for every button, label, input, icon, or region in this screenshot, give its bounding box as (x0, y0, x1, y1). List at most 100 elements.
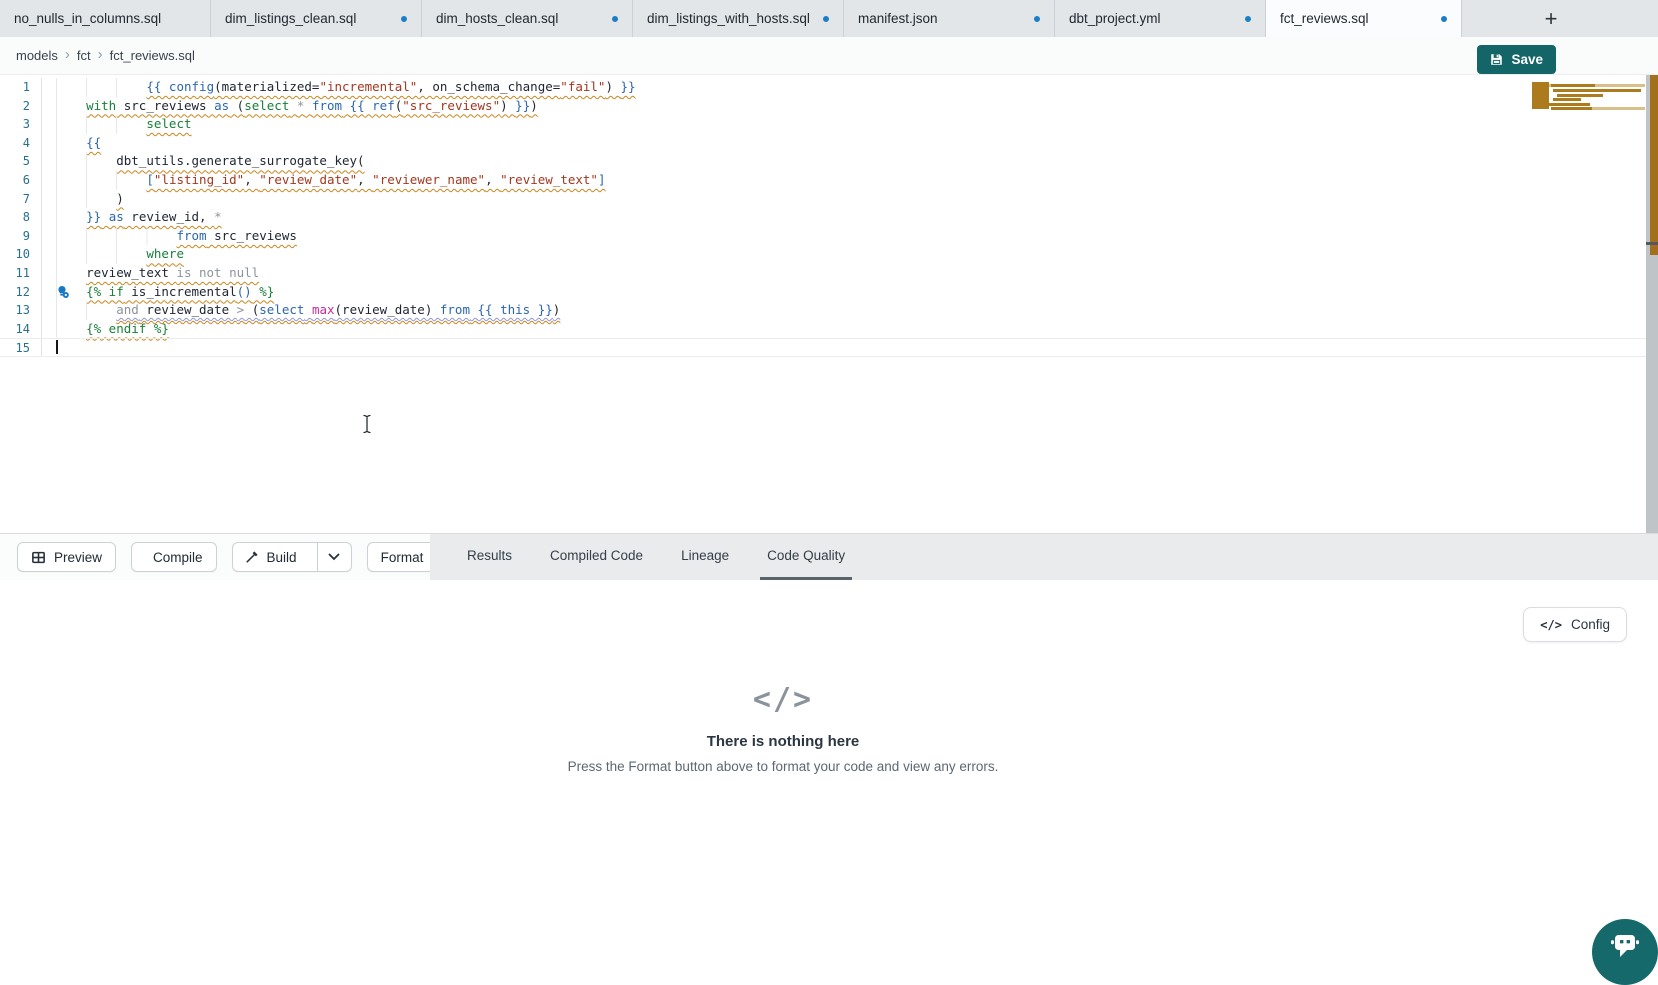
code-line-14[interactable]: 14 {% endif %} (0, 320, 1658, 339)
preview-button[interactable]: Preview (17, 542, 116, 572)
new-tab-button[interactable]: + (1534, 0, 1568, 37)
code-line-7[interactable]: 7) (0, 190, 1658, 209)
panel-tab-results[interactable]: Results (460, 534, 519, 580)
code-line-content: dbt_utils.generate_surrogate_key( (56, 152, 365, 171)
save-button[interactable]: Save (1477, 45, 1556, 74)
file-tab-fct_reviews.sql[interactable]: fct_reviews.sql (1266, 0, 1462, 37)
hammer-icon (245, 550, 259, 564)
code-line-content: }} as review_id, * (56, 208, 222, 227)
file-tab-manifest.json[interactable]: manifest.json (844, 0, 1055, 37)
line-number: 5 (0, 152, 42, 171)
editor-action-buttons: Preview Compile Build Format (0, 534, 430, 580)
code-line-content: with src_reviews as (select * from {{ re… (56, 97, 538, 116)
warning-squiggle: with src_reviews as (select * from {{ re… (86, 98, 538, 113)
code-line-content: from src_reviews (56, 227, 297, 246)
unsaved-changes-dot-icon (1245, 16, 1251, 22)
breadcrumb-item[interactable]: models (16, 48, 58, 63)
code-line-10[interactable]: 10where (0, 245, 1658, 264)
line-number: 14 (0, 320, 42, 339)
file-tab-label: manifest.json (858, 11, 1026, 26)
code-line-content: {{ config(materialized="incremental", on… (56, 78, 636, 97)
warning-squiggle: ) (116, 191, 124, 206)
config-button[interactable]: </> Config (1523, 607, 1627, 642)
file-tab-label: dbt_project.yml (1069, 11, 1237, 26)
code-line-content (56, 339, 58, 356)
unsaved-changes-dot-icon (823, 16, 829, 22)
chat-assistant-button[interactable] (1592, 919, 1658, 985)
code-editor[interactable]: 1 {{ config(materialized="incremental", o… (0, 75, 1658, 533)
editor-scrollbar[interactable] (1646, 75, 1658, 533)
code-line-content: review_text is not null (56, 264, 259, 283)
build-dropdown-button[interactable] (317, 543, 351, 571)
code-line-content: {% endif %} (56, 320, 169, 339)
file-tab-label: dim_listings_with_hosts.sql (647, 11, 815, 26)
code-line-6[interactable]: 6["listing_id", "review_date", "reviewer… (0, 171, 1658, 190)
file-tab-label: no_nulls_in_columns.sql (14, 11, 196, 26)
indent-guides (56, 320, 86, 339)
code-line-content: ) (56, 190, 124, 209)
code-line-content: {{ (56, 134, 101, 153)
line-number: 3 (0, 115, 42, 134)
code-line-11[interactable]: 11review_text is not null (0, 264, 1658, 283)
empty-state-title: There is nothing here (0, 733, 1566, 750)
mouse-ibeam-cursor (361, 414, 373, 439)
line-number: 15 (0, 339, 42, 356)
button-label: Format (381, 550, 424, 565)
minimap-code-bar (1549, 103, 1590, 106)
indent-guides (56, 134, 86, 153)
indent-guides (56, 115, 146, 134)
minimap-code-bar (1553, 98, 1581, 101)
line-number: 1 (0, 78, 42, 97)
scrollbar-thumb[interactable] (1646, 242, 1658, 245)
indent-guides (56, 152, 116, 171)
build-button[interactable]: Build (232, 542, 352, 572)
file-tab-bar: no_nulls_in_columns.sql dim_listings_clea… (0, 0, 1658, 37)
breadcrumb-item[interactable]: fct_reviews.sql (110, 48, 195, 63)
warning-squiggle: }} as review_id, * (86, 209, 222, 224)
code-line-9[interactable]: 9from src_reviews (0, 227, 1658, 246)
code-line-1[interactable]: 1 {{ config(materialized="incremental", o… (0, 78, 1658, 97)
code-line-12[interactable]: 12{% if is_incremental() %} (0, 283, 1658, 302)
panel-tab-compiled-code[interactable]: Compiled Code (543, 534, 650, 580)
file-tab-dim_listings_with_hosts.sql[interactable]: dim_listings_with_hosts.sql (633, 0, 844, 37)
code-quality-panel: </> Config </> There is nothing here Pre… (0, 580, 1658, 955)
unsaved-changes-dot-icon (1441, 16, 1447, 22)
breadcrumb-item[interactable]: fct (77, 48, 91, 63)
editor-minimap[interactable] (1532, 82, 1645, 112)
minimap-code-bar (1592, 107, 1645, 110)
code-line-5[interactable]: 5 dbt_utils.generate_surrogate_key( (0, 152, 1658, 171)
code-line-4[interactable]: 4 {{ (0, 134, 1658, 153)
warning-squiggle: {{ (86, 135, 101, 150)
warning-squiggle: dbt_utils.generate_surrogate_key( (116, 153, 364, 168)
file-tab-dim_hosts_clean.sql[interactable]: dim_hosts_clean.sql (422, 0, 633, 37)
file-tab-dbt_project.yml[interactable]: dbt_project.yml (1055, 0, 1266, 37)
config-button-label: Config (1571, 617, 1610, 632)
file-tab-label: fct_reviews.sql (1280, 11, 1433, 26)
code-line-8[interactable]: 8}} as review_id, * (0, 208, 1658, 227)
file-tab-no_nulls_in_columns.sql[interactable]: no_nulls_in_columns.sql (0, 0, 211, 37)
code-line-content: select (56, 115, 192, 134)
scrollbar-warning-marks (1650, 75, 1658, 255)
bottom-action-bar: Preview Compile Build Format Results Compile… (0, 533, 1658, 580)
indent-guides (56, 97, 86, 116)
file-tab-dim_listings_clean.sql[interactable]: dim_listings_clean.sql (211, 0, 422, 37)
line-number: 12 (0, 283, 42, 302)
panel-tab-lineage[interactable]: Lineage (674, 534, 736, 580)
compile-button[interactable]: Compile (131, 542, 217, 572)
code-line-2[interactable]: 2with src_reviews as (select * from {{ r… (0, 97, 1658, 116)
code-line-15[interactable]: 15 (0, 338, 1658, 357)
build-main-button[interactable]: Build (233, 543, 309, 571)
line-number: 7 (0, 190, 42, 209)
unsaved-changes-dot-icon (401, 16, 407, 22)
code-line-13[interactable]: 13 and review_date > (select max(review_d… (0, 301, 1658, 320)
empty-state-subtitle: Press the Format button above to format … (0, 759, 1566, 774)
line-number: 4 (0, 134, 42, 153)
empty-state: </> There is nothing here Press the Form… (0, 682, 1566, 774)
line-number: 13 (0, 301, 42, 320)
file-tab-label: dim_listings_clean.sql (225, 11, 393, 26)
info-squiggle: and review_date > (select max(review_dat… (116, 302, 560, 317)
format-button[interactable]: Format (367, 542, 438, 572)
code-line-3[interactable]: 3 select (0, 115, 1658, 134)
panel-tab-code-quality[interactable]: Code Quality (760, 534, 852, 580)
indent-guides (56, 171, 146, 190)
